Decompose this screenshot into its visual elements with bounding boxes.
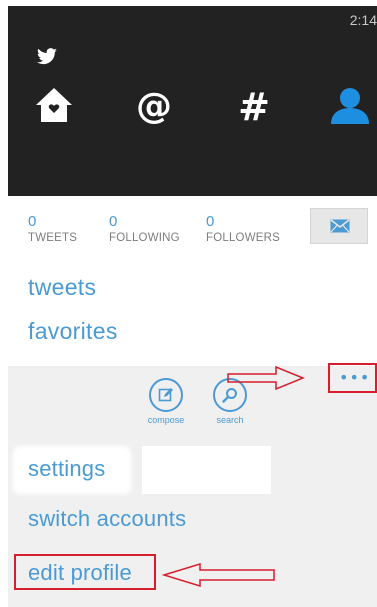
at-icon[interactable]: @ bbox=[132, 86, 176, 130]
redacted-patch bbox=[142, 446, 271, 494]
twitter-bird-icon bbox=[36, 48, 58, 70]
more-dots-icon: ••• bbox=[339, 368, 371, 387]
compose-label: compose bbox=[147, 415, 185, 425]
stat-following[interactable]: 0 FOLLOWING bbox=[109, 213, 180, 245]
following-label: FOLLOWING bbox=[109, 232, 180, 244]
tweets-label: TWEETS bbox=[28, 232, 78, 244]
svg-text:@: @ bbox=[136, 86, 172, 126]
home-icon[interactable] bbox=[34, 86, 74, 128]
svg-text:#: # bbox=[238, 86, 270, 126]
message-button[interactable] bbox=[310, 208, 368, 244]
tweets-link[interactable]: tweets bbox=[28, 274, 96, 301]
status-clock: 2:14 bbox=[349, 12, 377, 28]
stat-tweets[interactable]: 0 TWEETS bbox=[28, 213, 78, 245]
followers-count: 0 bbox=[206, 213, 215, 230]
compose-button[interactable]: compose bbox=[136, 378, 196, 425]
annotation-arrow-right bbox=[227, 365, 305, 391]
following-count: 0 bbox=[109, 213, 118, 230]
annotation-arrow-left bbox=[162, 562, 275, 588]
header-bar: 2:14 @ # bbox=[8, 6, 377, 196]
search-label: search bbox=[216, 415, 244, 425]
more-button[interactable]: ••• bbox=[328, 363, 377, 393]
switch-accounts-menu-item[interactable]: switch accounts bbox=[28, 506, 186, 532]
compose-icon bbox=[158, 388, 173, 402]
settings-menu-item[interactable]: settings bbox=[28, 456, 105, 482]
hashtag-icon[interactable]: # bbox=[234, 85, 274, 130]
profile-icon[interactable] bbox=[329, 86, 371, 130]
envelope-icon bbox=[330, 219, 350, 233]
followers-label: FOLLOWERS bbox=[206, 232, 281, 244]
tweets-count: 0 bbox=[28, 213, 37, 230]
favorites-link[interactable]: favorites bbox=[28, 318, 118, 345]
annotation-box-edit-profile bbox=[14, 554, 156, 590]
stat-followers[interactable]: 0 FOLLOWERS bbox=[206, 213, 281, 245]
